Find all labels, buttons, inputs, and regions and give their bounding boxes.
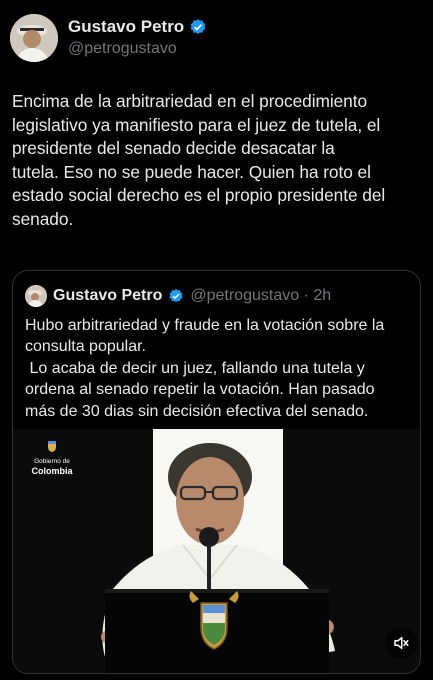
quoted-post-text: Hubo arbitrariedad y fraude en la votaci… xyxy=(25,317,385,420)
verified-badge-icon xyxy=(169,289,183,303)
mute-button[interactable] xyxy=(385,627,417,659)
mute-icon xyxy=(394,637,409,649)
quoted-video[interactable]: Gobierno de Colombia xyxy=(13,429,420,673)
quoted-post[interactable]: Gustavo Petro @petrogustavo · 2h Hubo ar… xyxy=(12,270,421,674)
quoted-author-avatar xyxy=(25,285,47,307)
author-name[interactable]: Gustavo Petro xyxy=(68,17,184,37)
author-avatar[interactable] xyxy=(10,14,58,62)
quoted-author-name: Gustavo Petro xyxy=(53,287,163,304)
quoted-handle-time: @petrogustavo · 2h xyxy=(190,287,332,304)
quoted-post-header: Gustavo Petro @petrogustavo · 2h xyxy=(25,285,331,307)
coat-of-arms-small-icon xyxy=(48,441,56,452)
gobierno-colombia-logo: Gobierno de Colombia xyxy=(27,439,77,476)
author-name-row: Gustavo Petro xyxy=(68,17,207,37)
post-text: Encima de la arbitrariedad en el procedi… xyxy=(12,91,386,229)
verified-badge-icon xyxy=(190,19,206,34)
avatar-photo xyxy=(10,14,58,62)
author-handle[interactable]: @petrogustavo xyxy=(68,40,177,58)
